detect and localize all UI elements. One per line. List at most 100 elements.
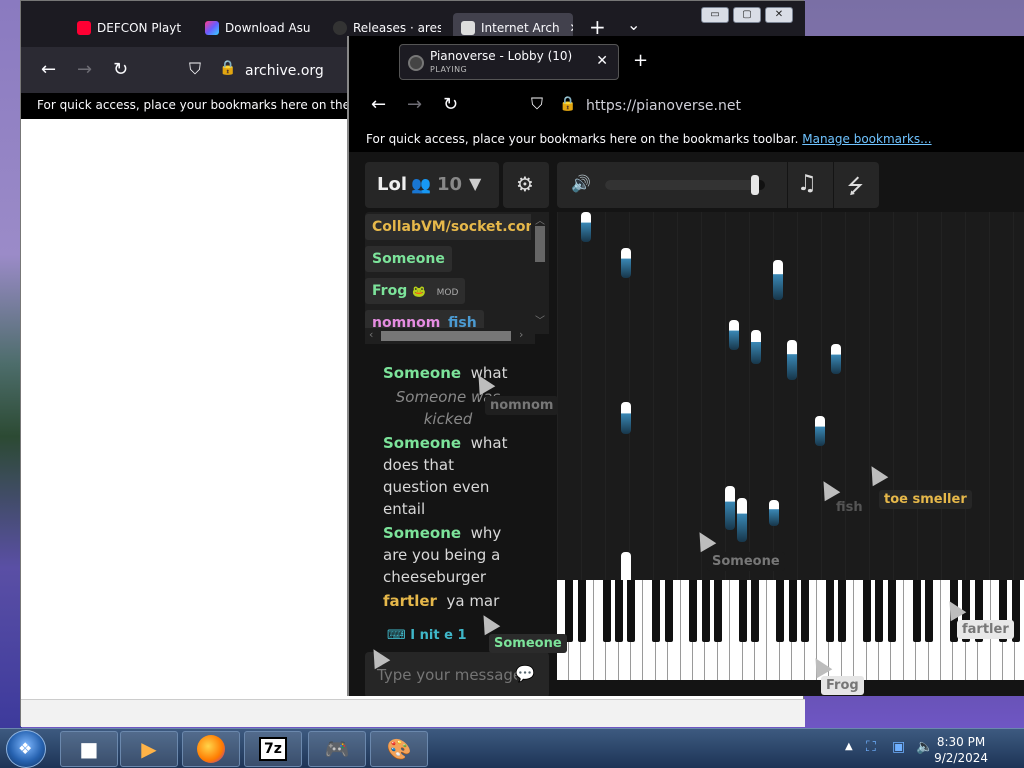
- back-arrow-icon[interactable]: ←: [41, 59, 56, 80]
- taskbar-app-media[interactable]: ▶: [120, 731, 178, 767]
- close-icon[interactable]: ✕: [570, 21, 573, 35]
- user-list-hscroll[interactable]: ‹ ›: [365, 328, 535, 344]
- back-url[interactable]: archive.org: [245, 63, 324, 79]
- taskbar-app-7zip[interactable]: 7z: [244, 731, 302, 767]
- user-list-scrollbar[interactable]: ︿ ﹀: [531, 212, 549, 334]
- volume-fill: [605, 180, 757, 190]
- roll-gridline: [701, 212, 702, 580]
- close-icon[interactable]: ✕: [596, 53, 608, 69]
- black-key[interactable]: [887, 580, 896, 642]
- maximize-button[interactable]: ▢: [733, 7, 761, 23]
- usb-icon[interactable]: ⭍: [847, 172, 864, 206]
- tab-defcon[interactable]: DEFCON Playth: [77, 13, 181, 43]
- network-share-icon[interactable]: ⛶: [866, 739, 876, 755]
- black-key[interactable]: [652, 580, 661, 642]
- black-key[interactable]: [751, 580, 760, 642]
- forward-arrow-icon[interactable]: →: [77, 59, 92, 80]
- back-arrow-icon[interactable]: ←: [371, 94, 386, 115]
- black-key[interactable]: [788, 580, 797, 642]
- black-key[interactable]: [689, 580, 698, 642]
- start-button[interactable]: ❖: [6, 730, 46, 768]
- black-key[interactable]: [739, 580, 747, 642]
- user-chip[interactable]: Someone: [365, 246, 452, 272]
- chevron-down-icon[interactable]: ﹀: [535, 312, 545, 327]
- front-bookmarks-bar: For quick access, place your bookmarks h…: [349, 126, 1024, 152]
- black-key[interactable]: [577, 580, 586, 642]
- taskbar-app-box[interactable]: ■: [60, 731, 118, 767]
- monitor-icon[interactable]: ▣: [892, 739, 905, 755]
- chevron-up-icon[interactable]: ︿: [535, 212, 545, 227]
- black-key[interactable]: [863, 580, 871, 642]
- reload-icon[interactable]: ↻: [443, 94, 458, 115]
- room-selector[interactable]: Lol 👥 10 ▼: [365, 162, 499, 208]
- music-note-icon[interactable]: ♫: [797, 171, 817, 196]
- manage-bookmarks-link[interactable]: Manage bookmarks...: [802, 132, 931, 146]
- reload-icon[interactable]: ↻: [113, 59, 128, 80]
- black-key[interactable]: [664, 580, 673, 642]
- front-url[interactable]: https://pianoverse.net: [586, 98, 741, 114]
- volume-slider[interactable]: [605, 175, 765, 195]
- falling-note: [581, 212, 591, 242]
- speaker-icon: 🔊: [571, 174, 591, 193]
- black-key[interactable]: [602, 580, 611, 642]
- falling-note: [621, 552, 631, 580]
- black-key[interactable]: [776, 580, 785, 642]
- media-player-icon: ▶: [141, 737, 157, 761]
- black-key[interactable]: [838, 580, 847, 642]
- user-chip[interactable]: Frog 🐸 MOD: [365, 278, 466, 304]
- tab-pianoverse[interactable]: Pianoverse - Lobby (10) PLAYING ✕: [399, 44, 619, 80]
- forward-arrow-icon[interactable]: →: [407, 94, 422, 115]
- black-key[interactable]: [615, 580, 623, 642]
- chat-message: Someone why are you being a cheeseburger: [383, 524, 502, 586]
- lock-icon: 🔒: [559, 96, 577, 112]
- tray-expand-icon[interactable]: ▲: [845, 741, 853, 752]
- piano-roll: [557, 212, 1024, 580]
- piano-keyboard[interactable]: [557, 580, 1024, 680]
- mod-badge: MOD: [436, 288, 459, 298]
- tab-download[interactable]: Download Asuk: [205, 13, 311, 43]
- chat-input-box[interactable]: 💬: [365, 652, 549, 696]
- roll-gridline: [1013, 212, 1014, 580]
- volume-tray-icon[interactable]: 🔈: [916, 739, 933, 755]
- settings-button[interactable]: ⚙: [503, 162, 549, 208]
- system-clock[interactable]: 8:30 PM 9/2/2024: [934, 734, 988, 766]
- user-chip[interactable]: CollabVM/socket.com...: [365, 214, 549, 240]
- falling-note: [621, 402, 631, 434]
- taskbar-app-paint[interactable]: 🎨: [370, 731, 428, 767]
- desktop-wallpaper: [0, 0, 22, 728]
- roll-gridline: [965, 212, 966, 580]
- lock-icon: 🔒: [219, 60, 237, 76]
- users-icon: 👥: [411, 175, 431, 194]
- black-key[interactable]: [701, 580, 710, 642]
- new-tab-button[interactable]: +: [633, 50, 648, 71]
- falling-note: [729, 320, 739, 350]
- minimize-button[interactable]: ▭: [701, 7, 729, 23]
- archive-icon: [461, 21, 475, 35]
- taskbar-app-gamepad[interactable]: 🎮: [308, 731, 366, 767]
- black-key[interactable]: [912, 580, 921, 642]
- tab-list-button[interactable]: ⌄: [627, 15, 640, 34]
- black-key[interactable]: [565, 580, 574, 642]
- chat-input[interactable]: [377, 664, 517, 686]
- cursor-label: Someone: [707, 552, 785, 571]
- black-key[interactable]: [627, 580, 636, 642]
- taskbar: ❖ ■ ▶ 7z 🎮 🎨 ▲ ⛶ ▣ 🔈 8:30 PM 9/2/2024: [0, 728, 1024, 768]
- black-key[interactable]: [714, 580, 723, 642]
- black-key[interactable]: [825, 580, 834, 642]
- black-key[interactable]: [875, 580, 884, 642]
- roll-gridline: [677, 212, 678, 580]
- 7zip-icon: 7z: [259, 737, 287, 761]
- shield-icon[interactable]: ⛉: [531, 94, 543, 114]
- chevron-left-icon[interactable]: ‹: [369, 328, 373, 341]
- windows-logo-icon: ❖: [18, 739, 33, 758]
- black-key[interactable]: [925, 580, 933, 642]
- chat-bubble-icon[interactable]: 💬: [515, 664, 535, 683]
- chevron-right-icon[interactable]: ›: [519, 328, 523, 341]
- close-window-button[interactable]: ✕: [765, 7, 793, 23]
- chat-message: Someone what: [383, 364, 508, 382]
- shield-icon[interactable]: ⛉: [189, 59, 201, 79]
- cursor-label: fartler: [957, 620, 1014, 639]
- black-key[interactable]: [801, 580, 809, 642]
- volume-knob[interactable]: [751, 175, 759, 195]
- taskbar-app-firefox[interactable]: [182, 731, 240, 767]
